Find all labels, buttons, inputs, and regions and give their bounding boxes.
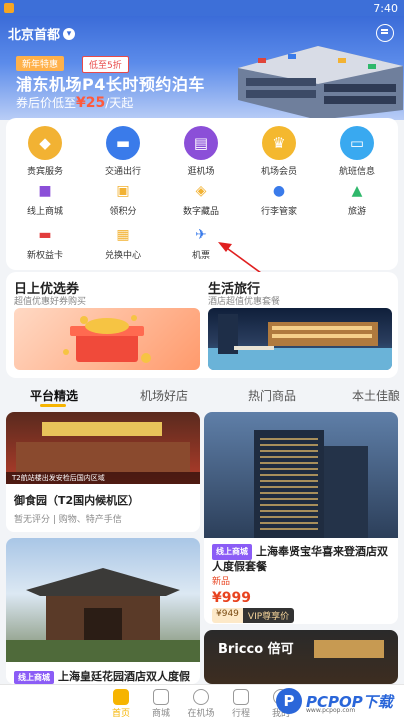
vip-price-tag: ¥949 VIP尊享价 — [212, 608, 295, 623]
tab-airport-shops[interactable]: 机场好店 — [140, 387, 188, 404]
pavilion-image — [6, 538, 200, 662]
store-image: T2航站楼出发安检后国内区域 — [6, 412, 200, 484]
category-tabs: 平台精选 机场好店 热门商品 本土佳酿 — [0, 382, 404, 408]
vip-price: ¥949 — [212, 608, 243, 623]
feed-title: 线上商城上海皇廷花园酒店双人度假套餐 — [14, 668, 200, 684]
nav-label: 行程 — [231, 709, 250, 719]
promo-section: 日上优选券 超值优惠好券购买 生活旅行 酒店超值优惠套餐 — [6, 272, 398, 378]
store-sign — [42, 422, 162, 436]
menu-board — [314, 640, 384, 658]
pavilion-illustration — [6, 568, 200, 662]
feed-card-yushiyuan[interactable]: T2航站楼出发安检后国内区域 御食园（T2国内候机区） 暂无评分 | 购物、特产… — [6, 412, 200, 532]
shopping-icon — [153, 689, 169, 705]
home-icon — [113, 689, 129, 705]
watermark: P PCPOP下载 www.pcpop.com — [276, 686, 400, 716]
compass-icon — [193, 689, 209, 705]
duty-free-coupon-subtitle: 超值优惠好券购买 — [14, 297, 87, 307]
tab-hot-products[interactable]: 热门商品 — [248, 387, 296, 404]
feed-card-royal-garden[interactable]: 线上商城上海皇廷花园酒店双人度假套餐 — [6, 538, 200, 684]
nav-label: 商城 — [151, 709, 170, 719]
restaurant-image: Bricco 倍可 — [204, 630, 398, 684]
tower-block — [324, 446, 368, 538]
price: ¥999 — [212, 590, 251, 606]
nav-label: 在机场 — [187, 709, 215, 719]
pcpop-logo-icon: P — [276, 688, 302, 714]
image-caption: T2航站楼出发安检后国内区域 — [6, 472, 200, 484]
restaurant-sign: Bricco 倍可 — [218, 642, 294, 657]
gift-box-illustration — [63, 315, 151, 363]
hotel-image[interactable] — [208, 308, 392, 370]
tab-local-wine[interactable]: 本土佳酿 — [352, 387, 400, 404]
nav-label: 首页 — [111, 709, 130, 719]
store-shelves — [16, 442, 190, 472]
hotel-tower-image — [204, 412, 398, 538]
tab-indicator — [40, 404, 66, 407]
coupon-image[interactable] — [14, 308, 200, 370]
feed-title: 线上商城 上海奉贤宝华喜来登酒店双人度假套餐 — [212, 544, 392, 574]
watermark-url: www.pcpop.com — [306, 707, 356, 714]
feed-card-sheraton[interactable]: 线上商城 上海奉贤宝华喜来登酒店双人度假套餐 新品 ¥999 ¥949 VIP尊享… — [204, 412, 398, 624]
life-travel-subtitle: 酒店超值优惠套餐 — [208, 297, 281, 307]
new-tag: 新品 — [212, 577, 231, 587]
vip-label: VIP尊享价 — [242, 608, 295, 623]
feed-title: 御食园（T2国内候机区） — [14, 494, 140, 507]
feed-card-bricco[interactable]: Bricco 倍可 — [204, 630, 398, 684]
mall-badge: 线上商城 — [14, 670, 54, 684]
tower-lights — [260, 438, 318, 534]
feed-meta: 暂无评分 | 购物、特产手信 — [14, 515, 122, 525]
mall-badge: 线上商城 — [212, 544, 252, 560]
hotel-pool-illustration — [208, 314, 392, 370]
tab-platform-picks[interactable]: 平台精选 — [30, 387, 78, 404]
itinerary-icon — [233, 689, 249, 705]
